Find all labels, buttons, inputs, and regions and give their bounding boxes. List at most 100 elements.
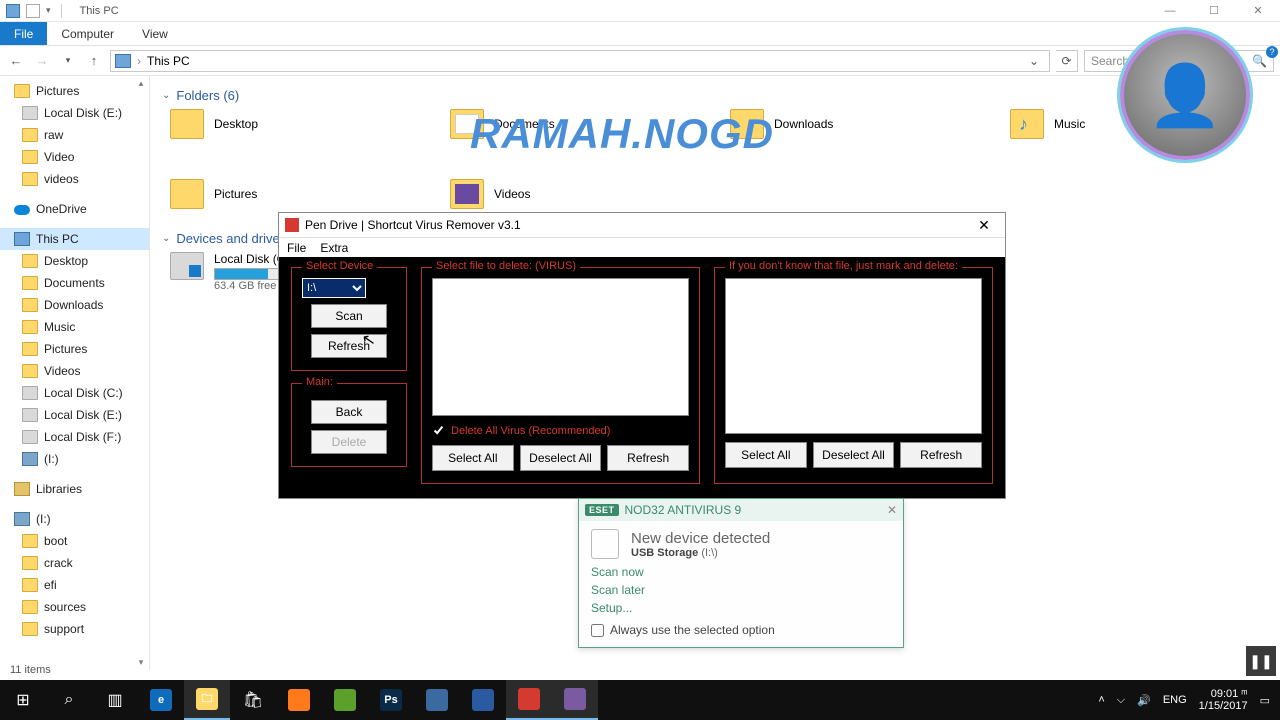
qat-props-icon[interactable] xyxy=(26,4,40,18)
tree-item[interactable]: Libraries xyxy=(0,478,149,500)
tray-network-icon[interactable]: ⌵ xyxy=(1117,694,1125,707)
help-icon[interactable]: ? xyxy=(1266,46,1278,58)
tree-item[interactable]: crack xyxy=(0,552,149,574)
folder-item[interactable]: Downloads xyxy=(730,109,930,139)
delete-button[interactable]: Delete xyxy=(311,430,387,454)
address-bar[interactable]: › This PC ⌄ xyxy=(110,50,1050,72)
minimize-button[interactable]: — xyxy=(1148,0,1192,22)
taskbar-notepad[interactable] xyxy=(414,680,460,720)
taskbar-explorer[interactable]: 🗀 xyxy=(184,680,230,720)
toast-close-button[interactable]: ✕ xyxy=(887,503,897,517)
toast-link-scan-later[interactable]: Scan later xyxy=(591,583,891,597)
taskbar-store[interactable]: 🛍 xyxy=(230,680,276,720)
virus-refresh-button[interactable]: Refresh xyxy=(607,445,689,471)
tree-item[interactable]: Local Disk (E:) xyxy=(0,404,149,426)
menu-extra[interactable]: Extra xyxy=(320,241,348,255)
taskbar-search[interactable]: ⌕ xyxy=(46,680,92,720)
taskbar-taskview[interactable]: ▥ xyxy=(92,680,138,720)
close-button[interactable]: ✕ xyxy=(1236,0,1280,22)
tree-item[interactable]: Downloads xyxy=(0,294,149,316)
tray-language[interactable]: ENG xyxy=(1163,694,1187,706)
unknown-select-all-button[interactable]: Select All xyxy=(725,442,807,468)
address-dropdown-icon[interactable]: ⌄ xyxy=(1023,54,1045,68)
pause-overlay-button[interactable]: ❚❚ xyxy=(1246,646,1276,676)
collapse-icon[interactable]: ⌄ xyxy=(162,90,170,101)
tree-item[interactable]: Pictures xyxy=(0,80,149,102)
tree-item[interactable]: raw xyxy=(0,124,149,146)
dialog-close-button[interactable]: ✕ xyxy=(969,217,999,234)
scan-button[interactable]: Scan xyxy=(311,304,387,328)
folder-item[interactable]: Videos xyxy=(450,179,650,209)
virus-select-all-button[interactable]: Select All xyxy=(432,445,514,471)
unknown-deselect-all-button[interactable]: Deselect All xyxy=(813,442,895,468)
tree-item[interactable]: OneDrive xyxy=(0,198,149,220)
folder-item[interactable]: Music xyxy=(1010,109,1210,139)
taskbar-start[interactable]: ⊞ xyxy=(0,680,46,720)
back-button[interactable]: Back xyxy=(311,400,387,424)
qat-dropdown-icon[interactable]: ▾ xyxy=(46,5,51,16)
tray-up-icon[interactable]: ˄ xyxy=(1098,694,1104,706)
group-header-folders[interactable]: ⌄ Folders (6) xyxy=(162,88,1268,103)
tree-item[interactable]: videos xyxy=(0,168,149,190)
eset-notification[interactable]: ESET NOD32 ANTIVIRUS 9 ✕ New device dete… xyxy=(578,498,904,648)
taskbar-media[interactable] xyxy=(460,680,506,720)
system-tray[interactable]: ˄ ⌵ 🔊 ENG 09:01 ᵐ 1/15/2017 ▭ xyxy=(1088,688,1280,712)
taskbar[interactable]: ⊞⌕▥e🗀🛍 Ps ˄ ⌵ 🔊 ENG 09:01 ᵐ 1/15/2017 ▭ xyxy=(0,680,1280,720)
tree-item[interactable]: Documents xyxy=(0,272,149,294)
tree-item[interactable]: Video xyxy=(0,146,149,168)
taskbar-recorder[interactable] xyxy=(506,680,552,720)
tree-item[interactable]: This PC xyxy=(0,228,149,250)
refresh-button[interactable]: Refresh xyxy=(311,334,387,358)
dialog-titlebar[interactable]: Pen Drive | Shortcut Virus Remover v3.1 … xyxy=(279,213,1005,237)
toast-link-setup[interactable]: Setup... xyxy=(591,601,891,615)
nav-tree[interactable]: PicturesLocal Disk (E:)rawVideovideosOne… xyxy=(0,76,150,670)
tree-item[interactable]: sources xyxy=(0,596,149,618)
tree-item[interactable]: (I:) xyxy=(0,508,149,530)
ribbon-tab-view[interactable]: View xyxy=(128,22,182,45)
unknown-listbox[interactable] xyxy=(725,278,982,434)
tray-action-center-icon[interactable]: ▭ xyxy=(1260,694,1270,707)
virus-deselect-all-button[interactable]: Deselect All xyxy=(520,445,602,471)
maximize-button[interactable]: ☐ xyxy=(1192,0,1236,22)
tree-item[interactable]: (I:) xyxy=(0,448,149,470)
taskbar-vr-app[interactable] xyxy=(552,680,598,720)
dialog-menubar[interactable]: File Extra xyxy=(279,237,1005,257)
tree-item[interactable]: Videos xyxy=(0,360,149,382)
taskbar-edge[interactable]: e xyxy=(138,680,184,720)
up-button[interactable]: ↑ xyxy=(84,51,104,71)
tree-item[interactable]: support xyxy=(0,618,149,640)
tree-scrollbar[interactable]: ▴▾ xyxy=(133,76,149,670)
taskbar-photoshop[interactable]: Ps xyxy=(368,680,414,720)
ribbon-tab-computer[interactable]: Computer xyxy=(47,22,128,45)
back-button[interactable]: ← xyxy=(6,51,26,71)
delete-all-virus-checkbox[interactable]: Delete All Virus (Recommended) xyxy=(432,424,689,437)
taskbar-firefox[interactable] xyxy=(276,680,322,720)
tree-item[interactable]: Music xyxy=(0,316,149,338)
tree-item[interactable]: Local Disk (E:) xyxy=(0,102,149,124)
collapse-icon[interactable]: ⌄ xyxy=(162,233,170,244)
search-input[interactable]: Search 🔍 xyxy=(1084,50,1274,72)
tree-item[interactable]: Local Disk (C:) xyxy=(0,382,149,404)
unknown-refresh-button[interactable]: Refresh xyxy=(900,442,982,468)
ribbon-file-tab[interactable]: File xyxy=(0,22,47,45)
toast-link-scan-now[interactable]: Scan now xyxy=(591,565,891,579)
tree-item[interactable]: boot xyxy=(0,530,149,552)
menu-file[interactable]: File xyxy=(287,241,306,255)
taskbar-app-green[interactable] xyxy=(322,680,368,720)
recent-button[interactable]: ▾ xyxy=(58,51,78,71)
tree-item[interactable]: efi xyxy=(0,574,149,596)
virus-remover-dialog[interactable]: Pen Drive | Shortcut Virus Remover v3.1 … xyxy=(278,212,1006,499)
toast-always-checkbox[interactable]: Always use the selected option xyxy=(591,623,891,637)
tree-item[interactable]: Desktop xyxy=(0,250,149,272)
tree-item[interactable]: Local Disk (F:) xyxy=(0,426,149,448)
tree-item[interactable]: Pictures xyxy=(0,338,149,360)
tray-clock[interactable]: 09:01 ᵐ 1/15/2017 xyxy=(1199,688,1248,712)
device-combo[interactable]: I:\ xyxy=(302,278,366,298)
forward-button[interactable]: → xyxy=(32,51,52,71)
folder-item[interactable]: Pictures xyxy=(170,179,370,209)
folder-item[interactable]: Documents xyxy=(450,109,650,139)
virus-listbox[interactable] xyxy=(432,278,689,416)
tray-volume-icon[interactable]: 🔊 xyxy=(1137,694,1151,707)
folder-item[interactable]: Desktop xyxy=(170,109,370,139)
address-refresh-button[interactable]: ⟳ xyxy=(1056,50,1078,72)
